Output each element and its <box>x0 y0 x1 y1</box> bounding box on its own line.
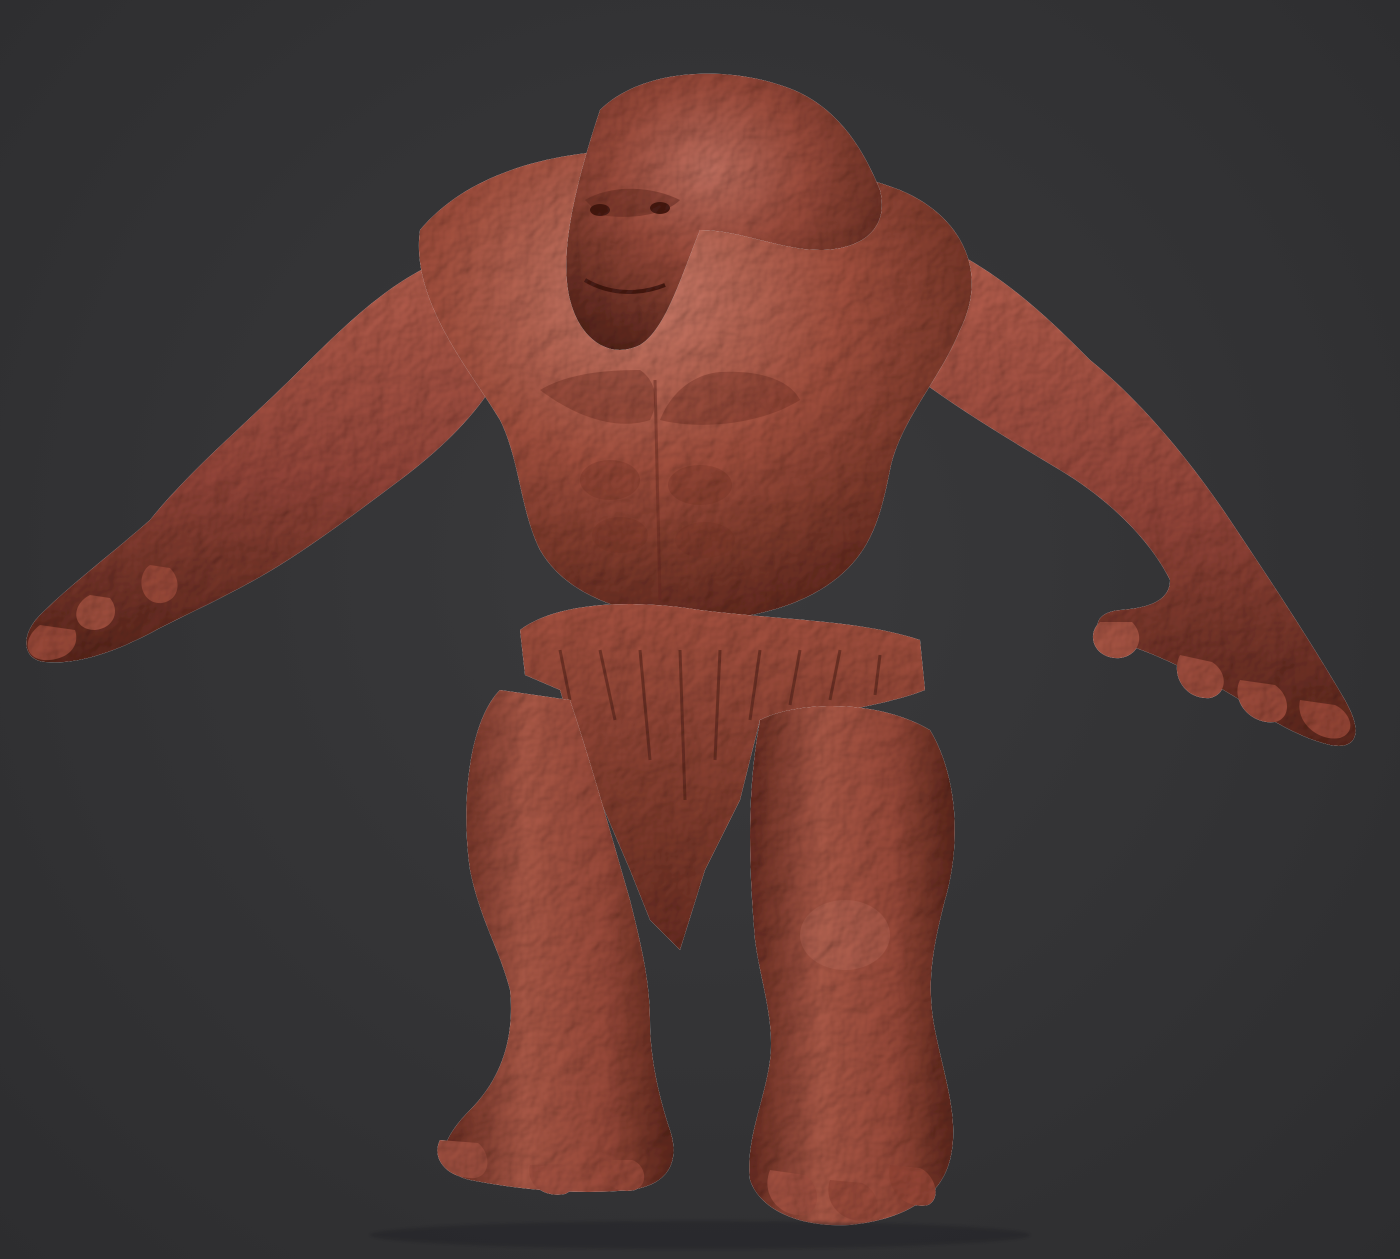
left-arm <box>26 250 490 663</box>
troll-sculpt-render <box>26 73 1356 1249</box>
right-leg <box>749 706 955 1226</box>
right-arm <box>920 240 1356 746</box>
sculpt-viewport[interactable] <box>0 0 1400 1259</box>
floor-shadow <box>370 1221 1030 1249</box>
